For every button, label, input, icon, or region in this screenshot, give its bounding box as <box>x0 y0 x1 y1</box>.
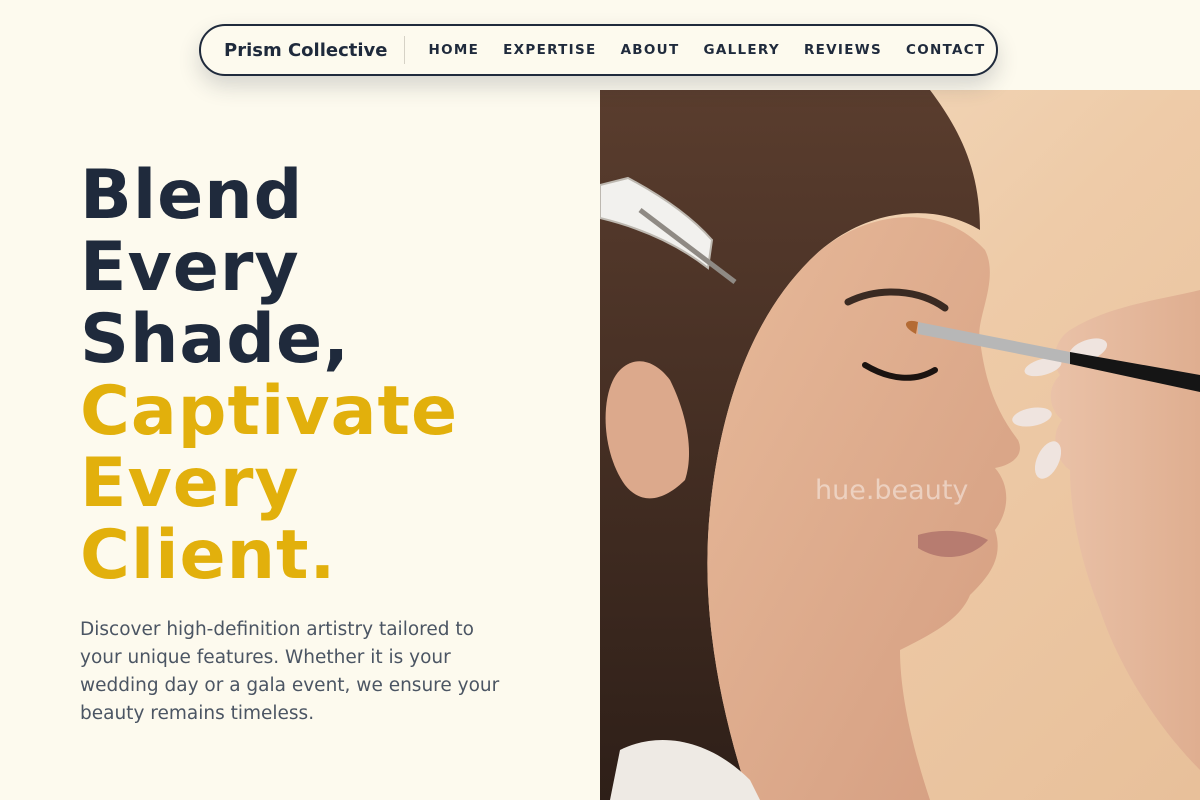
nav-link-contact[interactable]: CONTACT <box>906 42 986 58</box>
hero-description: Discover high-definition artistry tailor… <box>80 619 500 724</box>
page: Prism Collective HOME EXPERTISE ABOUT GA… <box>0 0 1200 800</box>
image-watermark: hue.beauty <box>815 475 969 506</box>
nav-links: HOME EXPERTISE ABOUT GALLERY REVIEWS CON… <box>429 42 986 58</box>
hero-headline: Blend Every Shade, Captivate Every Clien… <box>80 160 458 592</box>
headline-line-1: Blend <box>80 156 304 235</box>
hero-image: hue.beauty <box>600 90 1200 800</box>
headline-accent-line-2: Every <box>80 444 300 523</box>
nav-link-reviews[interactable]: REVIEWS <box>804 42 882 58</box>
headline-line-2: Every <box>80 228 300 307</box>
brand-logo[interactable]: Prism Collective <box>224 40 388 61</box>
headline-accent-line-1: Captivate <box>80 372 459 451</box>
top-navigation: Prism Collective HOME EXPERTISE ABOUT GA… <box>199 24 998 76</box>
headline-accent-line-3: Client. <box>80 516 337 595</box>
nav-link-gallery[interactable]: GALLERY <box>703 42 780 58</box>
nav-link-home[interactable]: HOME <box>429 42 480 58</box>
nav-link-expertise[interactable]: EXPERTISE <box>503 42 596 58</box>
headline-line-3: Shade, <box>80 300 350 379</box>
nav-divider <box>403 36 405 64</box>
makeup-application-photo <box>600 90 1200 800</box>
nav-link-about[interactable]: ABOUT <box>621 42 680 58</box>
